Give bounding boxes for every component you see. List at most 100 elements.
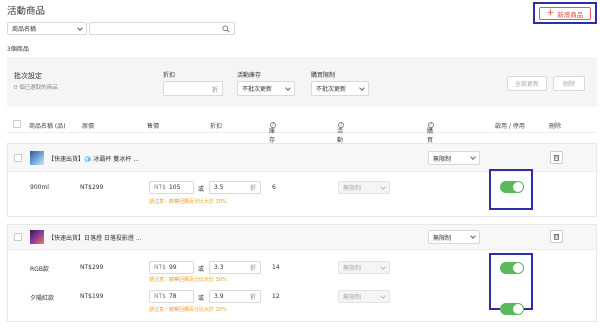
col-discount: 折扣	[210, 123, 223, 130]
or-text: 或	[198, 266, 205, 273]
orig-price: NT$299	[80, 184, 104, 191]
batch-limit-value: 不批次更新	[316, 86, 347, 93]
sale-price-input[interactable]: NT$ 105	[149, 181, 194, 194]
campaign-stock-value: 無限制	[343, 294, 362, 301]
batch-stock-label: 活動庫存	[237, 72, 262, 79]
limit-select[interactable]: 無限制	[428, 230, 480, 244]
warning-text: 請注意：觀察回購百分比大於 30%	[149, 199, 227, 205]
sale-price-input[interactable]: NT$ 99	[149, 261, 194, 274]
col-delete: 刪除	[549, 123, 562, 130]
stock-value: 14	[272, 264, 280, 271]
batch-limit-select[interactable]: 不批次更新	[311, 81, 369, 96]
batch-limit-label: 購買限制	[311, 72, 336, 79]
trash-icon	[553, 155, 560, 161]
discount-unit: 折	[249, 265, 256, 272]
col-campaign-stock: 活動庫存?	[337, 121, 344, 162]
toggle-highlight	[489, 253, 533, 315]
col-stock-label: 庫存	[269, 128, 276, 144]
select-all-checkbox[interactable]	[13, 120, 21, 128]
search-field-select[interactable]: 商品名稱	[7, 22, 87, 35]
add-product-highlight: + 新增商品	[533, 2, 597, 24]
sale-price-value: 78	[168, 293, 177, 300]
batch-title: 批次設定	[14, 72, 42, 80]
chevron-down-icon	[380, 292, 386, 299]
chevron-down-icon	[470, 154, 476, 160]
plus-icon: +	[546, 8, 555, 18]
stock-value: 6	[272, 184, 276, 191]
chevron-down-icon	[380, 183, 386, 190]
discount-unit: 折	[249, 185, 256, 192]
currency-prefix: NT$	[154, 264, 166, 271]
discount-value: 3.5	[214, 184, 224, 191]
batch-discount-unit: 折	[211, 87, 218, 94]
col-sale-price: 售價	[147, 123, 160, 130]
variant-name: 900ml	[30, 184, 49, 191]
search-input[interactable]	[89, 22, 235, 35]
warning-text: 請注意：觀察回購百分比大於 30%	[149, 277, 227, 283]
delete-product-button[interactable]	[550, 151, 563, 164]
toggle-knob	[513, 182, 523, 192]
toggle-knob	[513, 304, 523, 314]
product-thumbnail	[30, 230, 44, 244]
sale-price-value: 99	[168, 264, 177, 271]
or-text: 或	[198, 295, 205, 302]
add-product-label: 新增商品	[557, 10, 584, 19]
discount-value: 3.9	[214, 293, 224, 300]
col-name: 商品名稱 (品)	[29, 123, 66, 130]
campaign-stock-value: 無限制	[343, 265, 362, 272]
col-limit: 購買限制?	[427, 121, 434, 162]
campaign-stock-select: 無限制	[338, 181, 390, 194]
orig-price: NT$199	[80, 293, 104, 300]
chevron-down-icon	[285, 84, 291, 91]
discount-unit: 折	[249, 294, 256, 301]
enable-toggle[interactable]	[500, 262, 524, 274]
campaign-stock-value: 無限制	[343, 185, 362, 192]
currency-prefix: NT$	[154, 293, 166, 300]
product-checkbox[interactable]	[14, 233, 22, 241]
limit-value: 無限制	[433, 155, 452, 163]
search-field-select-value: 商品名稱	[12, 26, 37, 33]
product-row: 【快速出貨】🧊 冰霸杯 雙冰杯 ... 無限制	[8, 144, 596, 172]
limit-select[interactable]: 無限制	[428, 151, 480, 165]
discount-input[interactable]: 3.3 折	[209, 261, 261, 274]
col-enable: 啟用 / 停用	[495, 123, 525, 130]
batch-discount-input[interactable]: 折	[163, 81, 223, 96]
chevron-down-icon	[470, 233, 476, 239]
add-product-button[interactable]: + 新增商品	[539, 7, 591, 20]
discount-input[interactable]: 3.9 折	[209, 290, 261, 303]
variant-name: RGB款	[30, 266, 49, 273]
warning-text: 請注意：觀察回購百分比大於 30%	[149, 307, 227, 313]
batch-selected-count: 0 個已選取的商品	[14, 85, 58, 91]
batch-discount-label: 折扣	[163, 72, 176, 79]
chevron-down-icon	[380, 263, 386, 270]
discount-input[interactable]: 3.5 折	[209, 181, 261, 194]
trash-icon	[553, 234, 560, 240]
delete-product-button[interactable]	[550, 230, 563, 243]
limit-value: 無限制	[433, 234, 452, 242]
chevron-down-icon	[77, 24, 83, 31]
sale-price-value: 105	[168, 184, 181, 191]
enable-toggle[interactable]	[500, 181, 524, 193]
campaign-stock-select: 無限制	[338, 290, 390, 303]
sale-price-input[interactable]: NT$ 78	[149, 290, 194, 303]
batch-stock-value: 不批次更新	[242, 86, 273, 93]
batch-stock-select[interactable]: 不批次更新	[237, 81, 295, 96]
product-count: 3個商品	[7, 46, 29, 53]
campaign-stock-select: 無限制	[338, 261, 390, 274]
orig-price: NT$299	[80, 264, 104, 271]
product-checkbox[interactable]	[14, 154, 22, 162]
chevron-down-icon	[359, 84, 365, 91]
col-orig-price: 原價	[82, 123, 95, 130]
variant-name: 夕陽紅款	[30, 295, 55, 302]
page-title: 活動商品	[7, 6, 46, 17]
product-thumbnail	[30, 151, 44, 165]
batch-delete-button[interactable]: 刪除	[553, 76, 585, 91]
or-text: 或	[198, 186, 205, 193]
toggle-highlight	[489, 169, 533, 210]
product-name: 【快速出貨】🧊 冰霸杯 雙冰杯 ...	[48, 156, 139, 163]
col-stock: 庫存?	[269, 121, 276, 144]
table-header: 商品名稱 (品) 原價 售價 折扣 庫存? 活動庫存? 購買限制? 啟用 / 停…	[7, 116, 597, 162]
update-all-button[interactable]: 全部更新	[507, 76, 547, 91]
enable-toggle[interactable]	[500, 303, 524, 315]
search-icon[interactable]	[222, 25, 230, 33]
